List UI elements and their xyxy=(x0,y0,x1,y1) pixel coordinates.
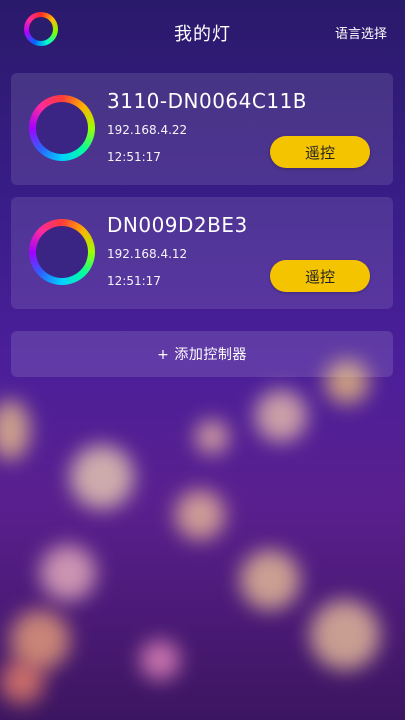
bokeh-light xyxy=(0,400,30,460)
color-ring-icon xyxy=(29,95,95,161)
remote-button[interactable]: 遥控 xyxy=(270,136,370,168)
bokeh-light xyxy=(255,390,307,442)
device-name: 3110-DN0064C11B xyxy=(107,89,308,113)
bokeh-light xyxy=(310,600,380,670)
bokeh-light xyxy=(0,660,44,704)
device-ip: 192.168.4.12 xyxy=(107,247,188,261)
bokeh-light xyxy=(240,550,300,610)
bokeh-light xyxy=(195,420,229,454)
device-time: 12:51:17 xyxy=(107,274,161,288)
top-bar: 我的灯 语言选择 xyxy=(0,0,405,64)
color-ring-icon xyxy=(29,219,95,285)
bokeh-light xyxy=(140,640,180,680)
bokeh-light xyxy=(40,545,96,601)
device-card[interactable]: 3110-DN0064C11B 192.168.4.22 12:51:17 遥控 xyxy=(11,73,393,185)
device-card[interactable]: DN009D2BE3 192.168.4.12 12:51:17 遥控 xyxy=(11,197,393,309)
language-select-button[interactable]: 语言选择 xyxy=(335,23,387,42)
device-time: 12:51:17 xyxy=(107,150,161,164)
bokeh-light xyxy=(70,445,134,509)
device-ip: 192.168.4.22 xyxy=(107,123,188,137)
add-controller-button[interactable]: + 添加控制器 xyxy=(11,331,393,377)
bokeh-light xyxy=(175,490,225,540)
device-name: DN009D2BE3 xyxy=(107,213,248,237)
remote-button[interactable]: 遥控 xyxy=(270,260,370,292)
